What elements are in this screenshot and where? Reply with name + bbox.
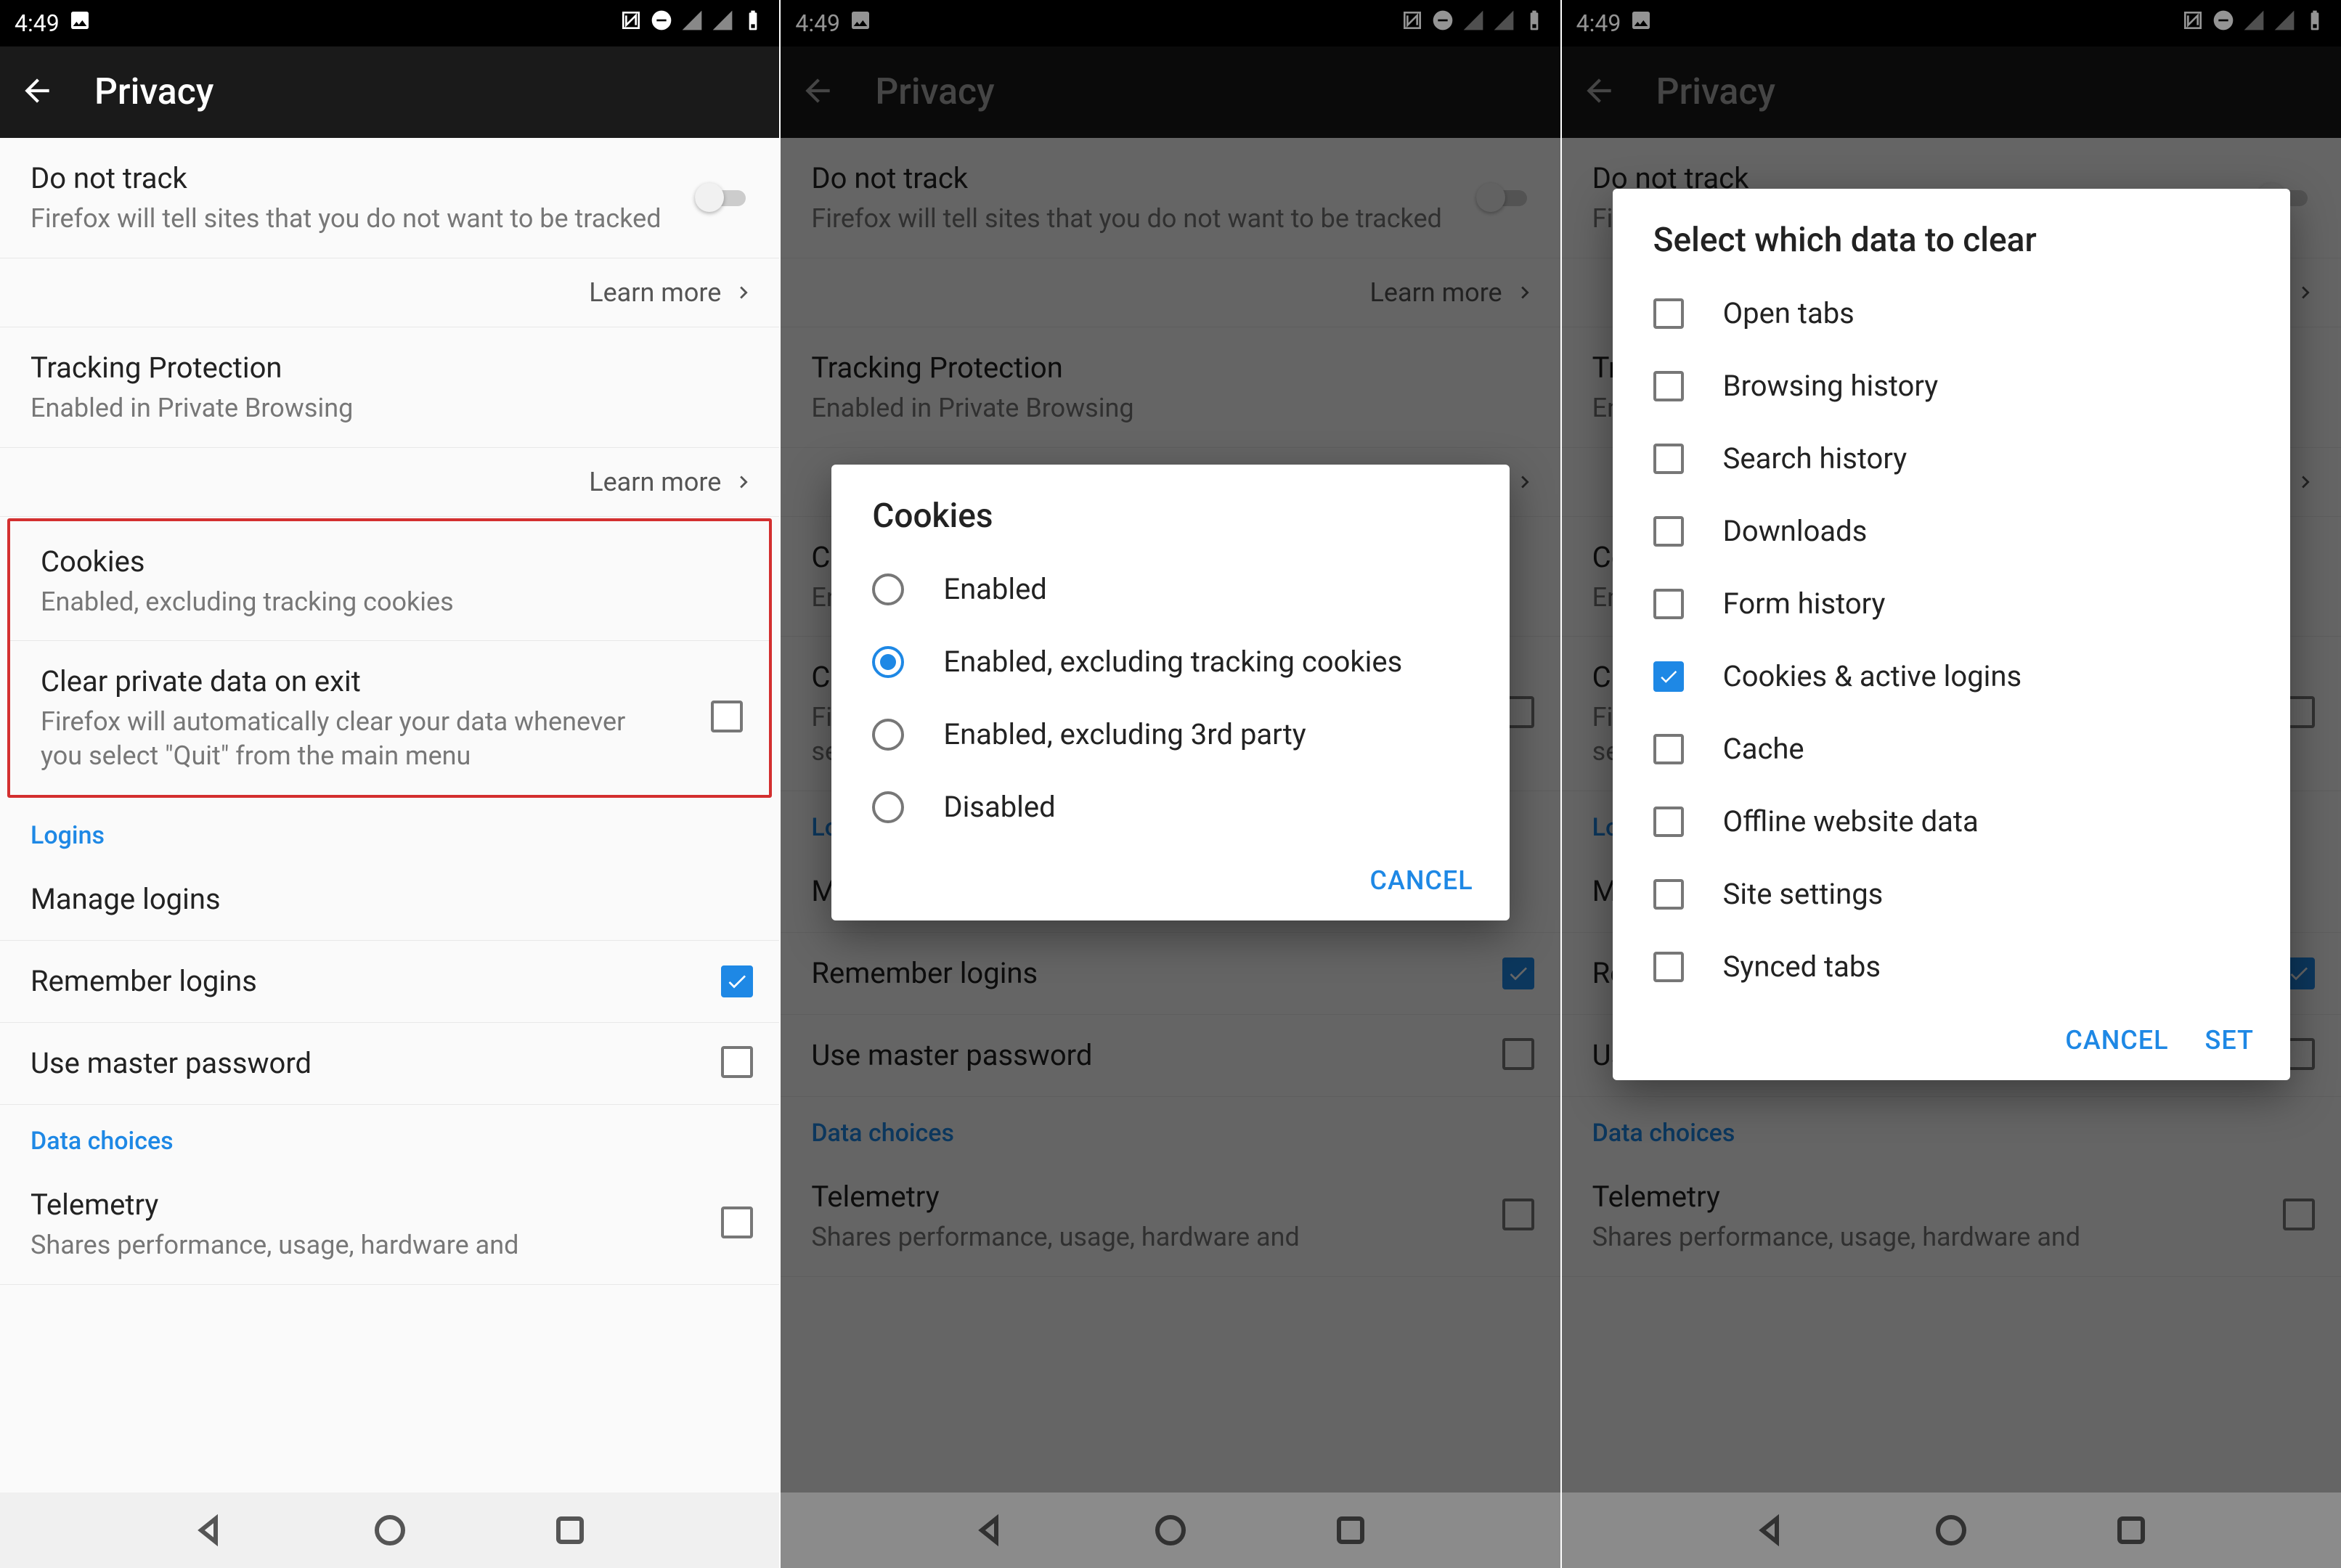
nav-recent-icon[interactable] xyxy=(553,1513,587,1548)
clear-item[interactable]: Site settings xyxy=(1620,858,2283,931)
cancel-button[interactable]: CANCEL xyxy=(2065,1025,2168,1055)
setting-cookies[interactable]: Cookies Enabled, excluding tracking cook… xyxy=(10,521,769,642)
clear-item-label: Search history xyxy=(1723,440,1908,478)
checkbox-icon[interactable] xyxy=(1653,734,1684,764)
cookies-option-excl-3rd[interactable]: Enabled, excluding 3rd party xyxy=(839,698,1502,771)
phone-3: 4:49 Privacy Do not trackFirefox will te… xyxy=(1562,0,2341,1568)
radio-icon[interactable] xyxy=(872,719,904,751)
clear-item-label: Synced tabs xyxy=(1723,948,1881,986)
setting-remember-logins[interactable]: Remember logins xyxy=(0,941,779,1023)
cookies-option-enabled[interactable]: Enabled xyxy=(839,553,1502,626)
checkbox-icon[interactable] xyxy=(1653,952,1684,982)
clear-item[interactable]: Offline website data xyxy=(1620,785,2283,858)
clear-item[interactable]: Synced tabs xyxy=(1620,931,2283,1003)
cookies-option-excl-tracking[interactable]: Enabled, excluding tracking cookies xyxy=(839,626,1502,698)
clear-item[interactable]: Downloads xyxy=(1620,495,2283,568)
signal-icon xyxy=(680,9,704,38)
checkbox-icon[interactable] xyxy=(1653,807,1684,837)
learn-more-tracking[interactable]: Learn more xyxy=(0,448,779,517)
learn-more-dnt[interactable]: Learn more xyxy=(0,258,779,327)
clear-exit-checkbox[interactable] xyxy=(711,701,743,732)
clear-item[interactable]: Open tabs xyxy=(1620,277,2283,350)
section-logins: Logins xyxy=(0,799,779,859)
checkbox-icon[interactable] xyxy=(1653,589,1684,619)
settings-list[interactable]: Do not track Firefox will tell sites tha… xyxy=(0,138,779,1493)
clear-item-label: Cookies & active logins xyxy=(1723,658,2022,695)
checkbox-icon[interactable] xyxy=(1653,371,1684,401)
checkbox-icon[interactable] xyxy=(1653,879,1684,910)
radio-icon[interactable] xyxy=(872,573,904,605)
dialog-title: Select which data to clear xyxy=(1620,221,2283,277)
nav-back-icon[interactable] xyxy=(192,1513,227,1548)
page-title: Privacy xyxy=(94,71,213,113)
cookies-option-disabled[interactable]: Disabled xyxy=(839,771,1502,844)
telemetry-checkbox[interactable] xyxy=(721,1206,753,1238)
chevron-right-icon xyxy=(731,280,756,305)
clear-item[interactable]: Browsing history xyxy=(1620,350,2283,422)
app-bar: Privacy xyxy=(0,46,779,138)
section-data-choices: Data choices xyxy=(0,1105,779,1164)
status-bar: 4:49 xyxy=(0,0,779,46)
picture-icon xyxy=(68,9,91,38)
clear-item-label: Form history xyxy=(1723,585,1886,623)
nav-bar xyxy=(0,1493,779,1568)
radio-icon[interactable] xyxy=(872,791,904,823)
setting-manage-logins[interactable]: Manage logins xyxy=(0,859,779,941)
clear-item-label: Browsing history xyxy=(1723,367,1939,405)
master-pw-checkbox[interactable] xyxy=(721,1046,753,1078)
setting-clear-on-exit[interactable]: Clear private data on exit Firefox will … xyxy=(10,641,769,795)
clear-item[interactable]: Form history xyxy=(1620,568,2283,640)
clear-item-label: Open tabs xyxy=(1723,295,1855,332)
phone-2: 4:49 Privacy Do not track Firefox will t… xyxy=(781,0,1561,1568)
nfc-icon xyxy=(619,9,643,38)
battery-icon xyxy=(741,9,765,38)
cookies-dialog: Cookies Enabled Enabled, excluding track… xyxy=(831,465,1509,920)
remember-logins-checkbox[interactable] xyxy=(721,965,753,997)
phone-1: 4:49 Privacy Do not track Firefox will t… xyxy=(0,0,781,1568)
set-button[interactable]: SET xyxy=(2205,1025,2254,1055)
clear-item-label: Site settings xyxy=(1723,875,1884,913)
checkbox-icon[interactable] xyxy=(1653,661,1684,692)
checkbox-icon[interactable] xyxy=(1653,516,1684,547)
setting-tracking-protection[interactable]: Tracking Protection Enabled in Private B… xyxy=(0,327,779,448)
clear-item-label: Downloads xyxy=(1723,513,1868,550)
signal-icon-2 xyxy=(711,9,734,38)
setting-do-not-track[interactable]: Do not track Firefox will tell sites tha… xyxy=(0,138,779,258)
dnd-icon xyxy=(650,9,673,38)
back-icon[interactable] xyxy=(19,73,55,112)
highlight-box: Cookies Enabled, excluding tracking cook… xyxy=(7,518,772,798)
chevron-right-icon xyxy=(731,470,756,494)
clear-item-label: Cache xyxy=(1723,730,1804,768)
nav-home-icon[interactable] xyxy=(372,1513,407,1548)
clear-item[interactable]: Cookies & active logins xyxy=(1620,640,2283,713)
cancel-button[interactable]: CANCEL xyxy=(1369,865,1473,896)
clear-item[interactable]: Search history xyxy=(1620,422,2283,495)
clear-item[interactable]: Cache xyxy=(1620,713,2283,785)
setting-master-password[interactable]: Use master password xyxy=(0,1023,779,1105)
checkbox-icon[interactable] xyxy=(1653,298,1684,329)
checkbox-icon[interactable] xyxy=(1653,444,1684,474)
dnt-switch[interactable] xyxy=(695,181,753,213)
clear-data-dialog: Select which data to clear Open tabs Brow… xyxy=(1613,189,2290,1080)
setting-telemetry[interactable]: Telemetry Shares performance, usage, har… xyxy=(0,1164,779,1285)
radio-icon[interactable] xyxy=(872,646,904,678)
status-time: 4:49 xyxy=(15,9,60,37)
clear-item-label: Offline website data xyxy=(1723,803,1979,841)
dialog-title: Cookies xyxy=(839,497,1502,553)
